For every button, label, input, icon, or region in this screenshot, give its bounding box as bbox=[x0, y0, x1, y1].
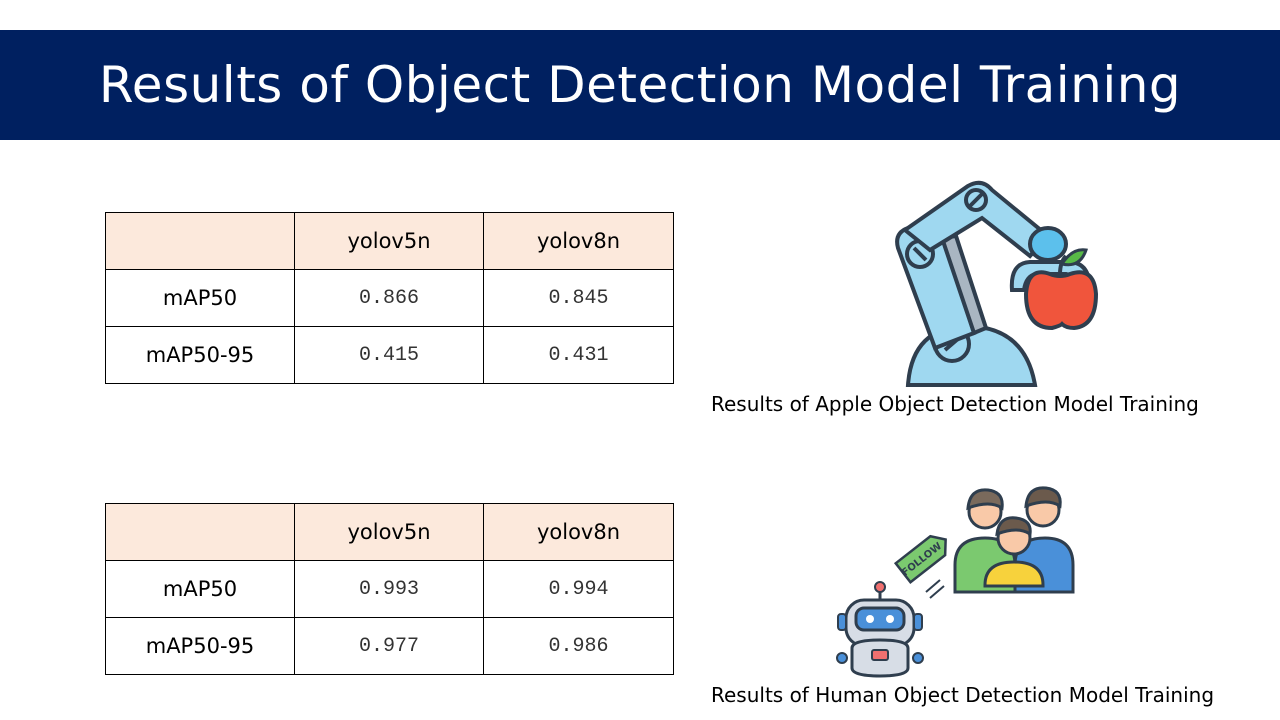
table-header-cell bbox=[105, 503, 295, 561]
metric-value: 0.845 bbox=[483, 269, 674, 327]
table-header-row: yolov5n yolov8n bbox=[105, 212, 674, 270]
table-row: mAP50 0.993 0.994 bbox=[105, 560, 674, 618]
metric-value: 0.993 bbox=[294, 560, 484, 618]
robot-following-people-icon: FOLLOW bbox=[836, 486, 1075, 678]
page-title: Results of Object Detection Model Traini… bbox=[98, 56, 1182, 114]
metric-value: 0.977 bbox=[294, 617, 484, 675]
apple-caption: Results of Apple Object Detection Model … bbox=[711, 392, 1199, 416]
table-header-cell: yolov5n bbox=[294, 212, 484, 270]
metric-label: mAP50 bbox=[105, 269, 295, 327]
table-header-cell: yolov5n bbox=[294, 503, 484, 561]
metric-value: 0.986 bbox=[483, 617, 674, 675]
metric-label: mAP50-95 bbox=[105, 617, 295, 675]
robot-arm-apple-icon bbox=[895, 180, 1099, 387]
table-row: mAP50-95 0.415 0.431 bbox=[105, 326, 674, 384]
human-results-table: yolov5n yolov8n mAP50 0.993 0.994 mAP50-… bbox=[105, 503, 674, 675]
metric-label: mAP50 bbox=[105, 560, 295, 618]
metric-value: 0.415 bbox=[294, 326, 484, 384]
metric-value: 0.866 bbox=[294, 269, 484, 327]
title-bar: Results of Object Detection Model Traini… bbox=[0, 30, 1280, 140]
table-row: mAP50 0.866 0.845 bbox=[105, 269, 674, 327]
table-header-cell bbox=[105, 212, 295, 270]
human-caption: Results of Human Object Detection Model … bbox=[711, 683, 1215, 707]
metric-value: 0.431 bbox=[483, 326, 674, 384]
table-header-cell: yolov8n bbox=[483, 212, 674, 270]
metric-label: mAP50-95 bbox=[105, 326, 295, 384]
table-header-cell: yolov8n bbox=[483, 503, 674, 561]
apple-results-table: yolov5n yolov8n mAP50 0.866 0.845 mAP50-… bbox=[105, 212, 674, 384]
metric-value: 0.994 bbox=[483, 560, 674, 618]
table-row: mAP50-95 0.977 0.986 bbox=[105, 617, 674, 675]
table-header-row: yolov5n yolov8n bbox=[105, 503, 674, 561]
